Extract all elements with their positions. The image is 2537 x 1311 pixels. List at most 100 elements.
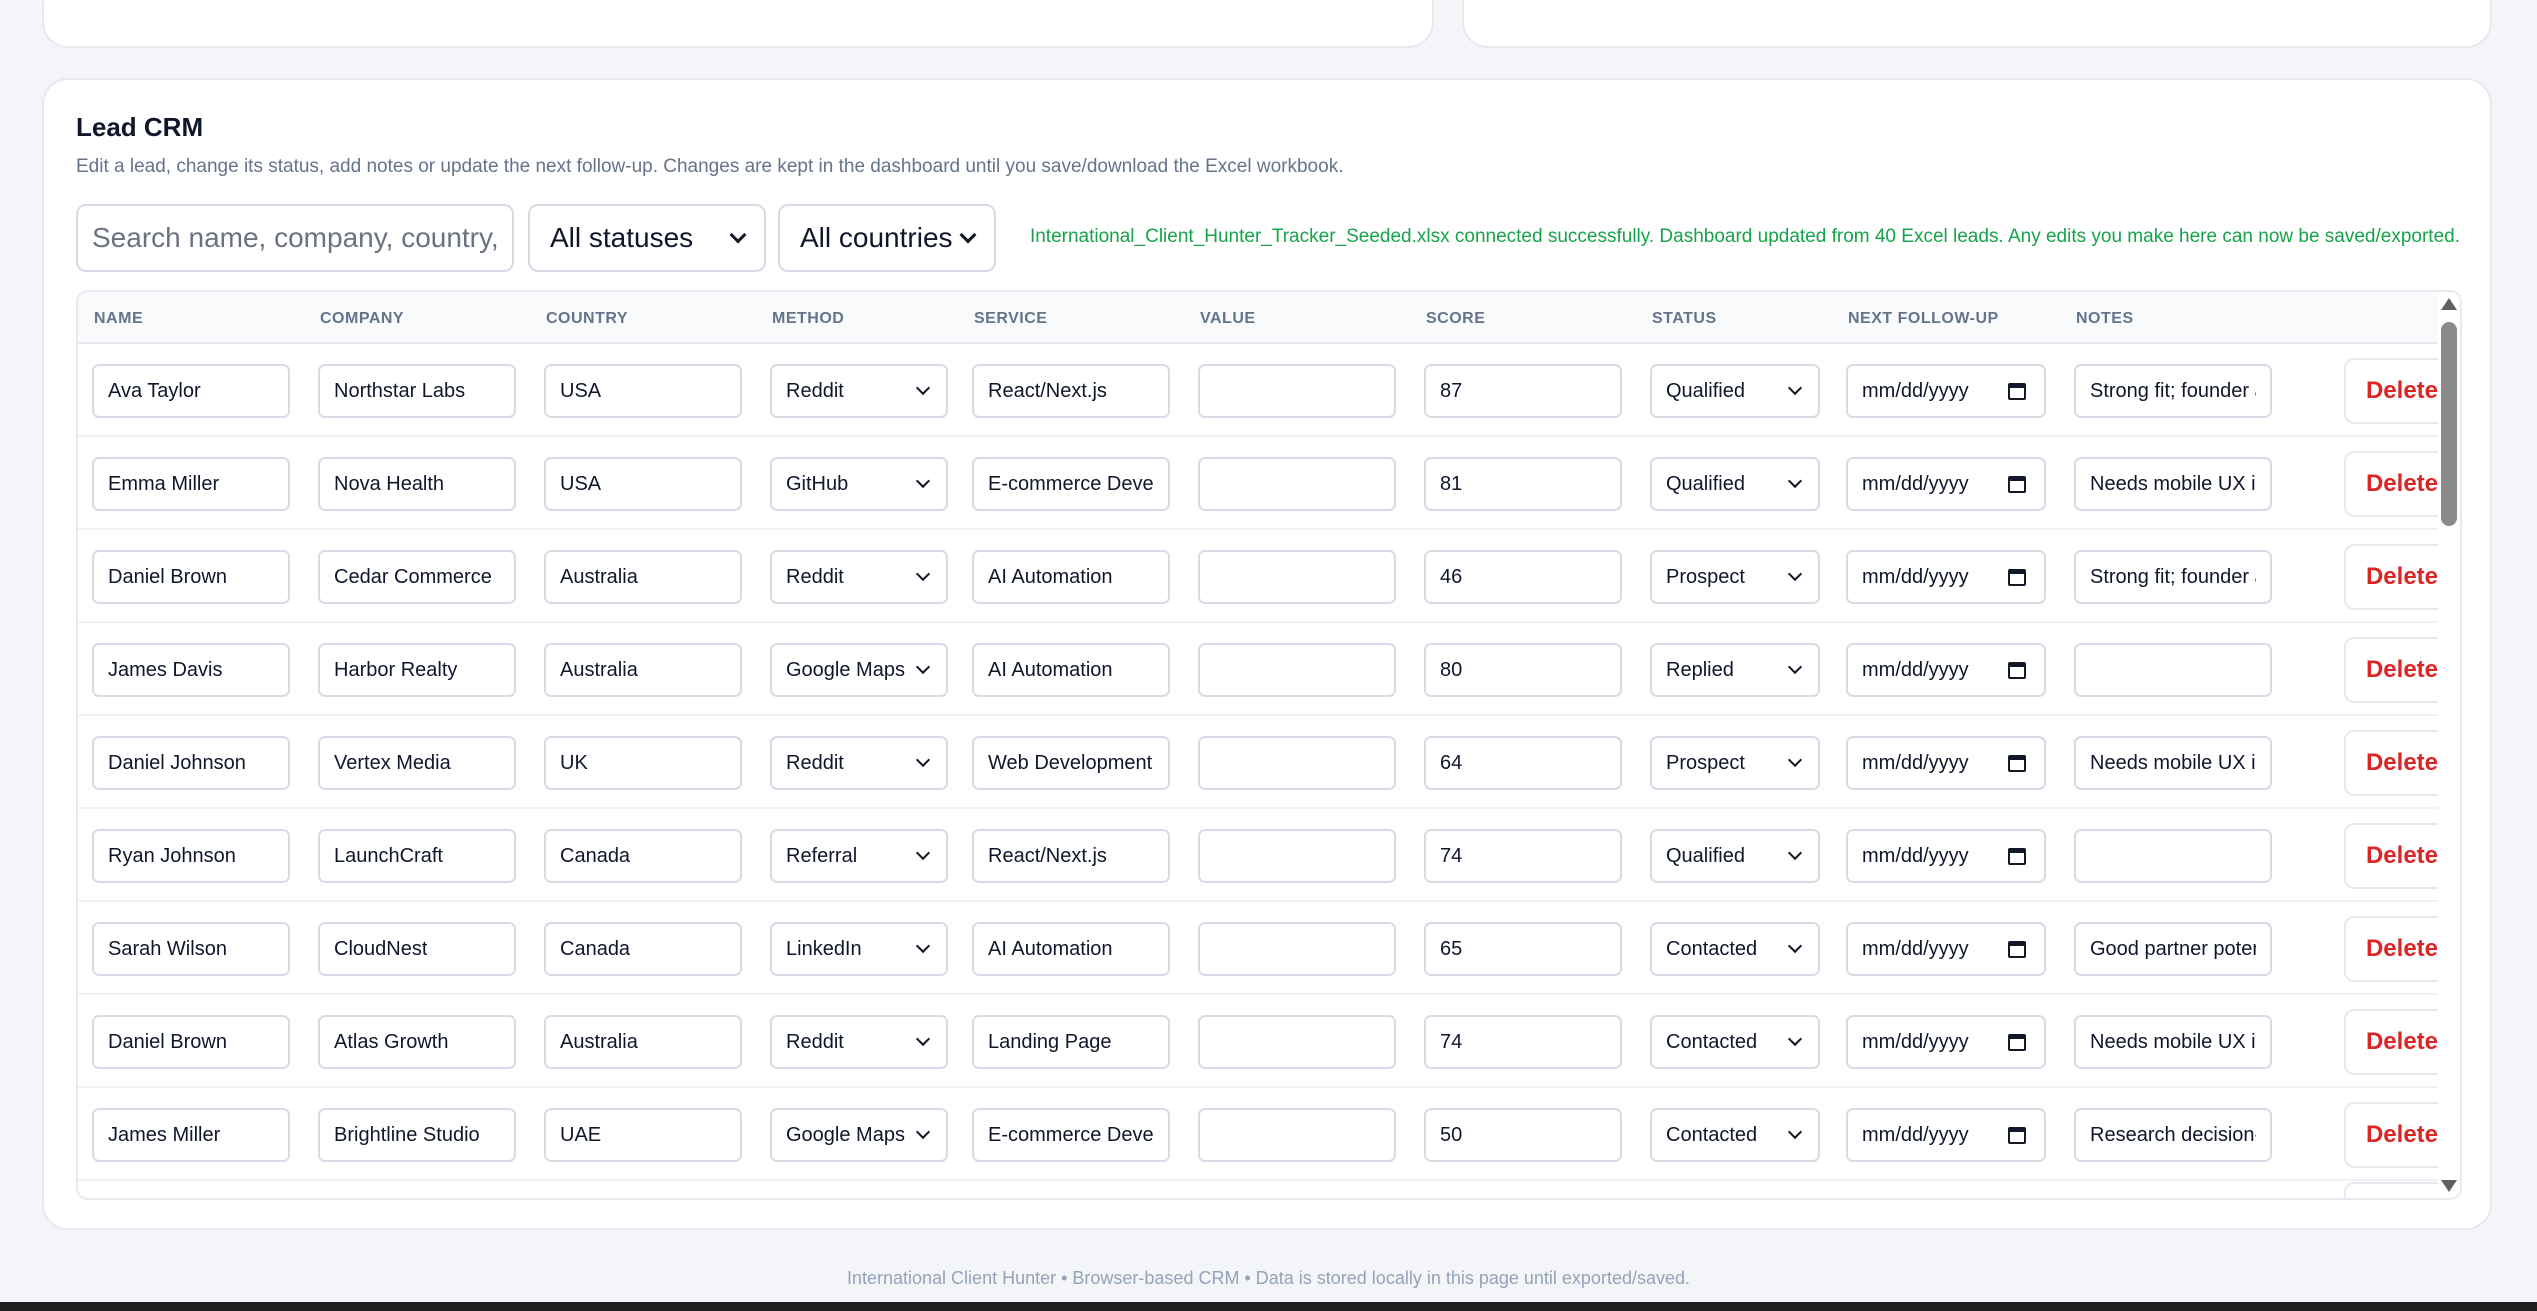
calendar-icon[interactable] <box>2008 754 2026 772</box>
value-input[interactable] <box>1198 364 1396 418</box>
notes-input[interactable]: Research decision-m <box>2074 1108 2272 1162</box>
score-input[interactable]: 80 <box>1424 643 1622 697</box>
value-input[interactable] <box>1198 1108 1396 1162</box>
country-input[interactable]: Australia <box>544 643 742 697</box>
company-input[interactable]: Nova Health <box>318 457 516 511</box>
method-select[interactable]: LinkedIn <box>770 922 948 976</box>
status-select[interactable]: Replied <box>1650 643 1820 697</box>
scroll-down-arrow-icon[interactable] <box>2441 1180 2457 1192</box>
calendar-icon[interactable] <box>2008 382 2026 400</box>
status-filter-select[interactable]: All statuses <box>528 204 766 272</box>
scroll-up-arrow-icon[interactable] <box>2441 298 2457 310</box>
method-select[interactable]: Google Maps <box>770 1108 948 1162</box>
score-input[interactable]: 74 <box>1424 1015 1622 1069</box>
next-follow-up-date-input[interactable]: mm/dd/yyyy <box>1846 550 2046 604</box>
notes-input[interactable]: Strong fit; founder a <box>2074 364 2272 418</box>
country-filter-select[interactable]: All countries <box>778 204 996 272</box>
score-input[interactable]: 50 <box>1424 1108 1622 1162</box>
service-input[interactable]: Web Development <box>972 736 1170 790</box>
method-select[interactable]: Reddit <box>770 1015 948 1069</box>
calendar-icon[interactable] <box>2008 475 2026 493</box>
next-follow-up-date-input[interactable]: mm/dd/yyyy <box>1846 457 2046 511</box>
method-select[interactable]: Reddit <box>770 736 948 790</box>
country-input[interactable]: USA <box>544 364 742 418</box>
service-input[interactable]: E-commerce Develo <box>972 1108 1170 1162</box>
name-input[interactable]: Ava Taylor <box>92 364 290 418</box>
company-input[interactable]: CloudNest <box>318 922 516 976</box>
score-input[interactable]: 46 <box>1424 550 1622 604</box>
service-input[interactable]: E-commerce Develo <box>972 457 1170 511</box>
score-input[interactable]: 74 <box>1424 829 1622 883</box>
company-input[interactable]: LaunchCraft <box>318 829 516 883</box>
calendar-icon[interactable] <box>2008 940 2026 958</box>
next-follow-up-date-input[interactable]: mm/dd/yyyy <box>1846 829 2046 883</box>
company-input[interactable]: Northstar Labs <box>318 364 516 418</box>
service-input[interactable]: Landing Page <box>972 1015 1170 1069</box>
status-select[interactable]: Qualified <box>1650 829 1820 883</box>
value-input[interactable] <box>1198 736 1396 790</box>
notes-input[interactable]: Good partner poten <box>2074 922 2272 976</box>
service-input[interactable]: React/Next.js <box>972 364 1170 418</box>
service-input[interactable]: AI Automation <box>972 922 1170 976</box>
status-select[interactable]: Contacted <box>1650 1015 1820 1069</box>
next-follow-up-date-input[interactable]: mm/dd/yyyy <box>1846 736 2046 790</box>
name-input[interactable]: Daniel Brown <box>92 550 290 604</box>
country-input[interactable]: UK <box>544 736 742 790</box>
calendar-icon[interactable] <box>2008 1033 2026 1051</box>
name-input[interactable]: Sarah Wilson <box>92 922 290 976</box>
score-input[interactable]: 87 <box>1424 364 1622 418</box>
service-input[interactable]: AI Automation <box>972 550 1170 604</box>
status-select[interactable]: Prospect <box>1650 550 1820 604</box>
value-input[interactable] <box>1198 1015 1396 1069</box>
company-input[interactable]: Cedar Commerce <box>318 550 516 604</box>
calendar-icon[interactable] <box>2008 1126 2026 1144</box>
company-input[interactable]: Brightline Studio <box>318 1108 516 1162</box>
table-scrollbar[interactable] <box>2438 292 2460 1198</box>
country-input[interactable]: Australia <box>544 1015 742 1069</box>
next-follow-up-date-input[interactable]: mm/dd/yyyy <box>1846 1108 2046 1162</box>
name-input[interactable]: James Miller <box>92 1108 290 1162</box>
scrollbar-thumb[interactable] <box>2441 322 2457 526</box>
value-input[interactable] <box>1198 829 1396 883</box>
calendar-icon[interactable] <box>2008 661 2026 679</box>
company-input[interactable]: Harbor Realty <box>318 643 516 697</box>
notes-input[interactable]: Strong fit; founder a <box>2074 550 2272 604</box>
next-follow-up-date-input[interactable]: mm/dd/yyyy <box>1846 643 2046 697</box>
country-input[interactable]: Australia <box>544 550 742 604</box>
notes-input[interactable] <box>2074 829 2272 883</box>
company-input[interactable]: Vertex Media <box>318 736 516 790</box>
name-input[interactable]: Emma Miller <box>92 457 290 511</box>
calendar-icon[interactable] <box>2008 847 2026 865</box>
search-input[interactable] <box>76 204 514 272</box>
country-input[interactable]: Canada <box>544 922 742 976</box>
company-input[interactable]: Atlas Growth <box>318 1015 516 1069</box>
method-select[interactable]: Referral <box>770 829 948 883</box>
country-input[interactable]: USA <box>544 457 742 511</box>
status-select[interactable]: Contacted <box>1650 1108 1820 1162</box>
method-select[interactable]: Reddit <box>770 550 948 604</box>
value-input[interactable] <box>1198 922 1396 976</box>
name-input[interactable]: Ryan Johnson <box>92 829 290 883</box>
score-input[interactable]: 64 <box>1424 736 1622 790</box>
next-follow-up-date-input[interactable]: mm/dd/yyyy <box>1846 364 2046 418</box>
notes-input[interactable]: Needs mobile UX im <box>2074 736 2272 790</box>
name-input[interactable]: James Davis <box>92 643 290 697</box>
next-follow-up-date-input[interactable]: mm/dd/yyyy <box>1846 922 2046 976</box>
name-input[interactable]: Daniel Johnson <box>92 736 290 790</box>
name-input[interactable]: Daniel Brown <box>92 1015 290 1069</box>
status-select[interactable]: Qualified <box>1650 364 1820 418</box>
value-input[interactable] <box>1198 457 1396 511</box>
method-select[interactable]: GitHub <box>770 457 948 511</box>
notes-input[interactable] <box>2074 643 2272 697</box>
status-select[interactable]: Prospect <box>1650 736 1820 790</box>
country-input[interactable]: Canada <box>544 829 742 883</box>
status-select[interactable]: Qualified <box>1650 457 1820 511</box>
country-input[interactable]: UAE <box>544 1108 742 1162</box>
method-select[interactable]: Reddit <box>770 364 948 418</box>
notes-input[interactable]: Needs mobile UX im <box>2074 1015 2272 1069</box>
next-follow-up-date-input[interactable]: mm/dd/yyyy <box>1846 1015 2046 1069</box>
service-input[interactable]: AI Automation <box>972 643 1170 697</box>
score-input[interactable]: 81 <box>1424 457 1622 511</box>
calendar-icon[interactable] <box>2008 568 2026 586</box>
value-input[interactable] <box>1198 550 1396 604</box>
